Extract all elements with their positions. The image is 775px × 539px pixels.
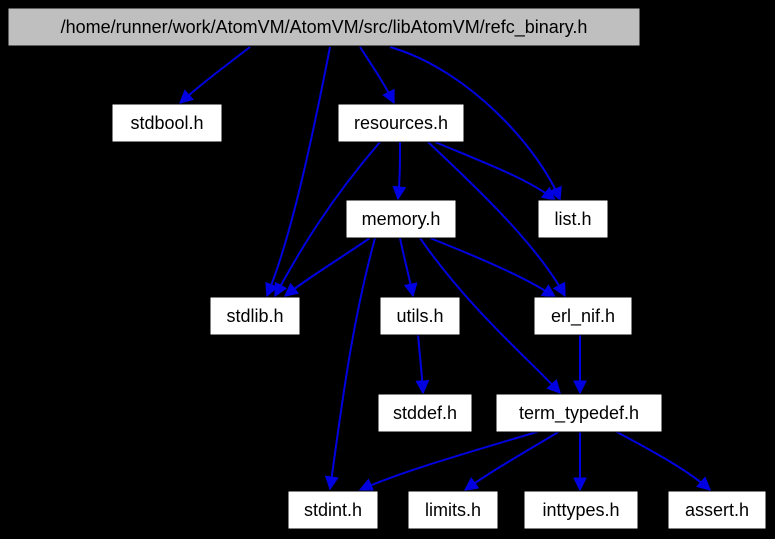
- edge-termtypedef-stdint: [360, 431, 540, 490]
- node-stdint[interactable]: stdint.h: [288, 491, 378, 529]
- node-stdlib[interactable]: stdlib.h: [210, 297, 300, 335]
- edge-memory-stdint: [330, 238, 375, 489]
- edge-resources-list: [435, 142, 555, 200]
- node-stddef[interactable]: stddef.h: [378, 394, 472, 432]
- node-term-typedef[interactable]: term_typedef.h: [496, 394, 662, 432]
- node-utils[interactable]: utils.h: [380, 297, 460, 335]
- node-stddef-label: stddef.h: [393, 403, 457, 423]
- node-stdbool-label: stdbool.h: [130, 113, 203, 133]
- node-memory-label: memory.h: [362, 209, 441, 229]
- edge-termtypedef-assert: [615, 431, 710, 490]
- node-resources-label: resources.h: [354, 113, 448, 133]
- node-stdbool[interactable]: stdbool.h: [112, 104, 222, 142]
- node-erlnif-label: erl_nif.h: [551, 306, 615, 327]
- edge-utils-stddef: [418, 334, 423, 393]
- node-list[interactable]: list.h: [538, 200, 608, 238]
- node-stdint-label: stdint.h: [304, 500, 362, 520]
- node-root-label: /home/runner/work/AtomVM/AtomVM/src/libA…: [61, 17, 588, 38]
- edge-root-resources: [360, 47, 394, 103]
- edge-resources-memory: [398, 142, 400, 199]
- edge-root-stdbool: [180, 47, 250, 103]
- node-memory[interactable]: memory.h: [346, 200, 456, 238]
- node-resources[interactable]: resources.h: [338, 104, 464, 142]
- node-termtypedef-label: term_typedef.h: [519, 403, 639, 424]
- dependency-graph: /home/runner/work/AtomVM/AtomVM/src/libA…: [0, 0, 775, 539]
- edge-memory-stdlib: [285, 238, 370, 296]
- node-assert-label: assert.h: [685, 500, 749, 520]
- node-inttypes-label: inttypes.h: [542, 500, 619, 520]
- node-assert[interactable]: assert.h: [668, 491, 766, 529]
- node-stdlib-label: stdlib.h: [226, 306, 283, 326]
- node-list-label: list.h: [554, 209, 591, 229]
- node-utils-label: utils.h: [396, 306, 443, 326]
- node-limits[interactable]: limits.h: [408, 491, 498, 529]
- node-root[interactable]: /home/runner/work/AtomVM/AtomVM/src/libA…: [8, 8, 640, 46]
- edge-root-stdlib: [267, 47, 330, 296]
- edge-memory-erl_nif: [430, 238, 555, 297]
- node-limits-label: limits.h: [425, 500, 481, 520]
- edge-memory-utils: [400, 238, 413, 296]
- node-erl-nif[interactable]: erl_nif.h: [534, 297, 632, 335]
- node-inttypes[interactable]: inttypes.h: [524, 491, 638, 529]
